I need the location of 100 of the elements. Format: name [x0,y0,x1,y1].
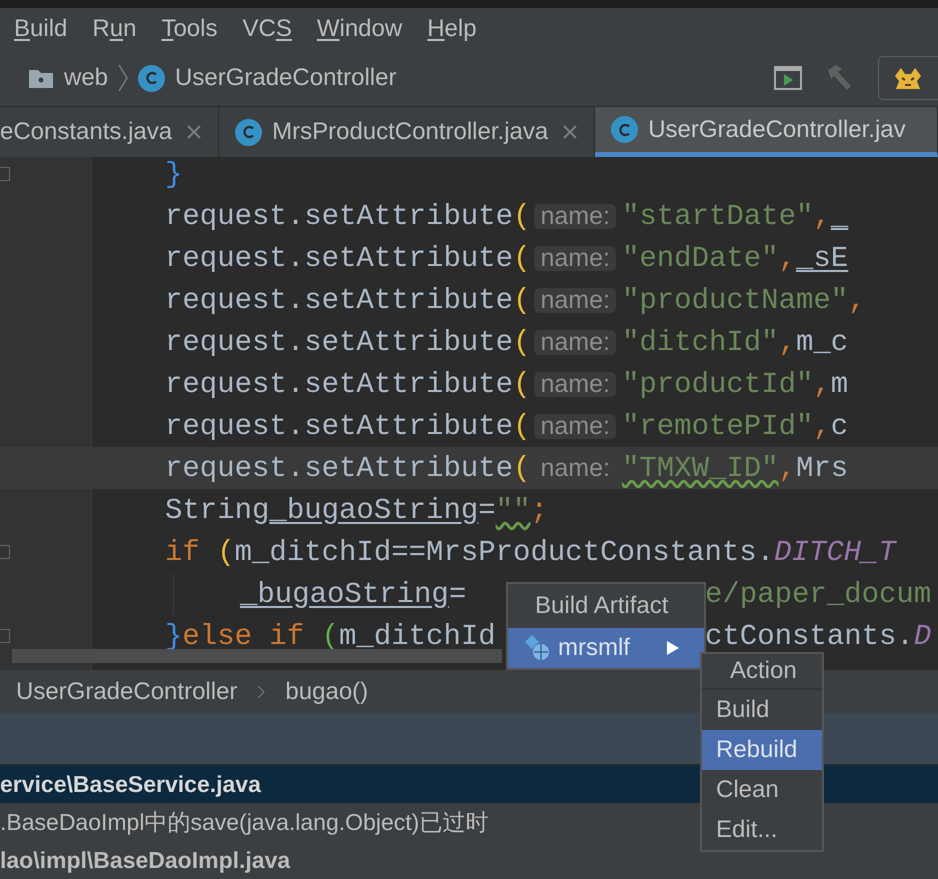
code-token: else if [182,622,304,650]
menu-item-label: mrsmlf [558,633,631,663]
code-token: "productName" [622,286,848,314]
tab-label: UserGradeController.jav [648,114,906,144]
code-token: ( [513,328,530,356]
code-token: _bugaoString [240,580,449,608]
code-token: "startDate" [622,202,814,230]
menu-item[interactable]: Help [427,11,477,47]
code-token: , [778,454,796,482]
code-token: request.setAttribute [165,286,514,314]
editor-tab[interactable]: UserGradeController.jav [595,107,938,157]
breadcrumb-item[interactable]: UserGradeController [16,674,238,710]
code-token: "ditchId" [622,328,779,356]
class-icon [235,118,262,146]
code-token: D [914,622,932,650]
submenu-arrow-icon [666,640,680,656]
code-token: ( [322,622,340,650]
code-token: request.setAttribute [165,328,514,356]
code-token: , [813,412,831,440]
code-line[interactable]: request.setAttribute( name: "ditchId",m_c [0,321,938,363]
breadcrumb-item[interactable]: web [64,60,108,96]
code-token: request.setAttribute [165,454,514,482]
code-token: if [165,538,200,566]
code-token: , [813,370,831,398]
code-line[interactable]: request.setAttribute( name: "productId",m [0,363,938,405]
breadcrumb-item[interactable]: bugao() [285,674,368,710]
menu-item[interactable]: Tools [161,11,218,47]
code-token: ( [513,454,530,482]
code-token: "remotePId" [622,412,814,440]
code-token: _ [830,202,848,230]
fold-marker[interactable] [0,629,10,643]
code-token: = [478,496,496,524]
parameter-hint: name: [534,246,616,270]
code-token: , [778,244,796,272]
code-line[interactable]: if (m_ditchId==MrsProductConstants.DITCH_T [0,531,938,573]
class-icon [138,64,166,92]
code-token: _sE [796,244,848,272]
message-row[interactable]: lao\impl\BaseDaoImpl.java [0,841,938,879]
code-token: DITCH_T [774,538,896,566]
code-token: , [848,286,866,314]
code-token: request.setAttribute [165,202,514,230]
code-token: ( [217,538,235,566]
code-token: String [165,496,270,524]
code-token: c [830,412,848,440]
parameter-hint: name: [534,330,616,354]
close-icon[interactable] [186,124,202,140]
menu-item[interactable]: Rebuild [702,730,822,770]
code-token: ( [513,412,530,440]
parameter-hint: name: [534,372,616,396]
code-token: request.setAttribute [165,244,514,272]
breadcrumb-item[interactable]: UserGradeController [175,60,396,96]
code-token: m_c [796,328,848,356]
editor-tab[interactable]: MrsProductController.java [219,107,596,157]
tab-label: MrsProductController.java [272,117,548,147]
menu-item[interactable]: Build [14,11,68,47]
code-token: request.setAttribute [165,412,514,440]
run-window-icon[interactable] [774,66,802,90]
code-token: "productId" [622,370,814,398]
code-token: } [165,160,182,188]
code-token: _bugaoString [269,496,478,524]
run-config-button[interactable] [878,56,938,100]
code-token: "TMXW_ID" [622,454,779,482]
code-token: m_ditchId==MrsProductConstants. [234,538,774,566]
fold-marker[interactable] [0,545,10,559]
scrollbar[interactable] [12,649,502,663]
close-icon[interactable] [562,124,578,140]
code-token: m_ditchId [339,622,496,650]
code-token: , [813,202,831,230]
code-token: request.setAttribute [165,370,514,398]
code-line[interactable]: String_bugaoString=""; [0,489,938,531]
code-token: ctConstants. [705,622,914,650]
code-line[interactable]: request.setAttribute( name: "remotePId",c [0,405,938,447]
tab-label: eConstants.java [0,117,172,147]
code-line[interactable]: request.setAttribute( name: "endDate",_sE [0,237,938,279]
parameter-hint: name: [534,204,616,228]
code-line[interactable]: request.setAttribute( name: "productName", [0,279,938,321]
code-line[interactable]: } [0,157,938,195]
code-token: m [830,370,848,398]
code-token: ; [530,496,548,524]
menu-item[interactable]: VCS [242,11,292,47]
parameter-hint: name: [534,414,616,438]
menu-item[interactable]: mrsmlf [508,628,704,668]
menu-item[interactable]: Window [316,11,402,47]
code-token: "endDate" [622,244,779,272]
code-token: "" [496,496,530,524]
menu-item[interactable]: Run [92,11,136,47]
fold-marker[interactable] [0,167,10,181]
code-token: = [448,580,466,608]
menu-item[interactable]: Build [702,690,822,730]
code-token: ( [513,202,530,230]
editor-tab[interactable]: eConstants.java [0,107,220,157]
folder-icon [28,67,54,89]
code-line[interactable]: request.setAttribute( name: "startDate",_ [0,195,938,237]
chevron-icon [116,63,130,93]
code-token: ( [513,244,530,272]
code-token: ( [513,370,530,398]
class-icon [611,116,638,143]
code-token: , [778,328,796,356]
code-token: ( [513,286,530,314]
parameter-hint: name: [534,288,616,312]
